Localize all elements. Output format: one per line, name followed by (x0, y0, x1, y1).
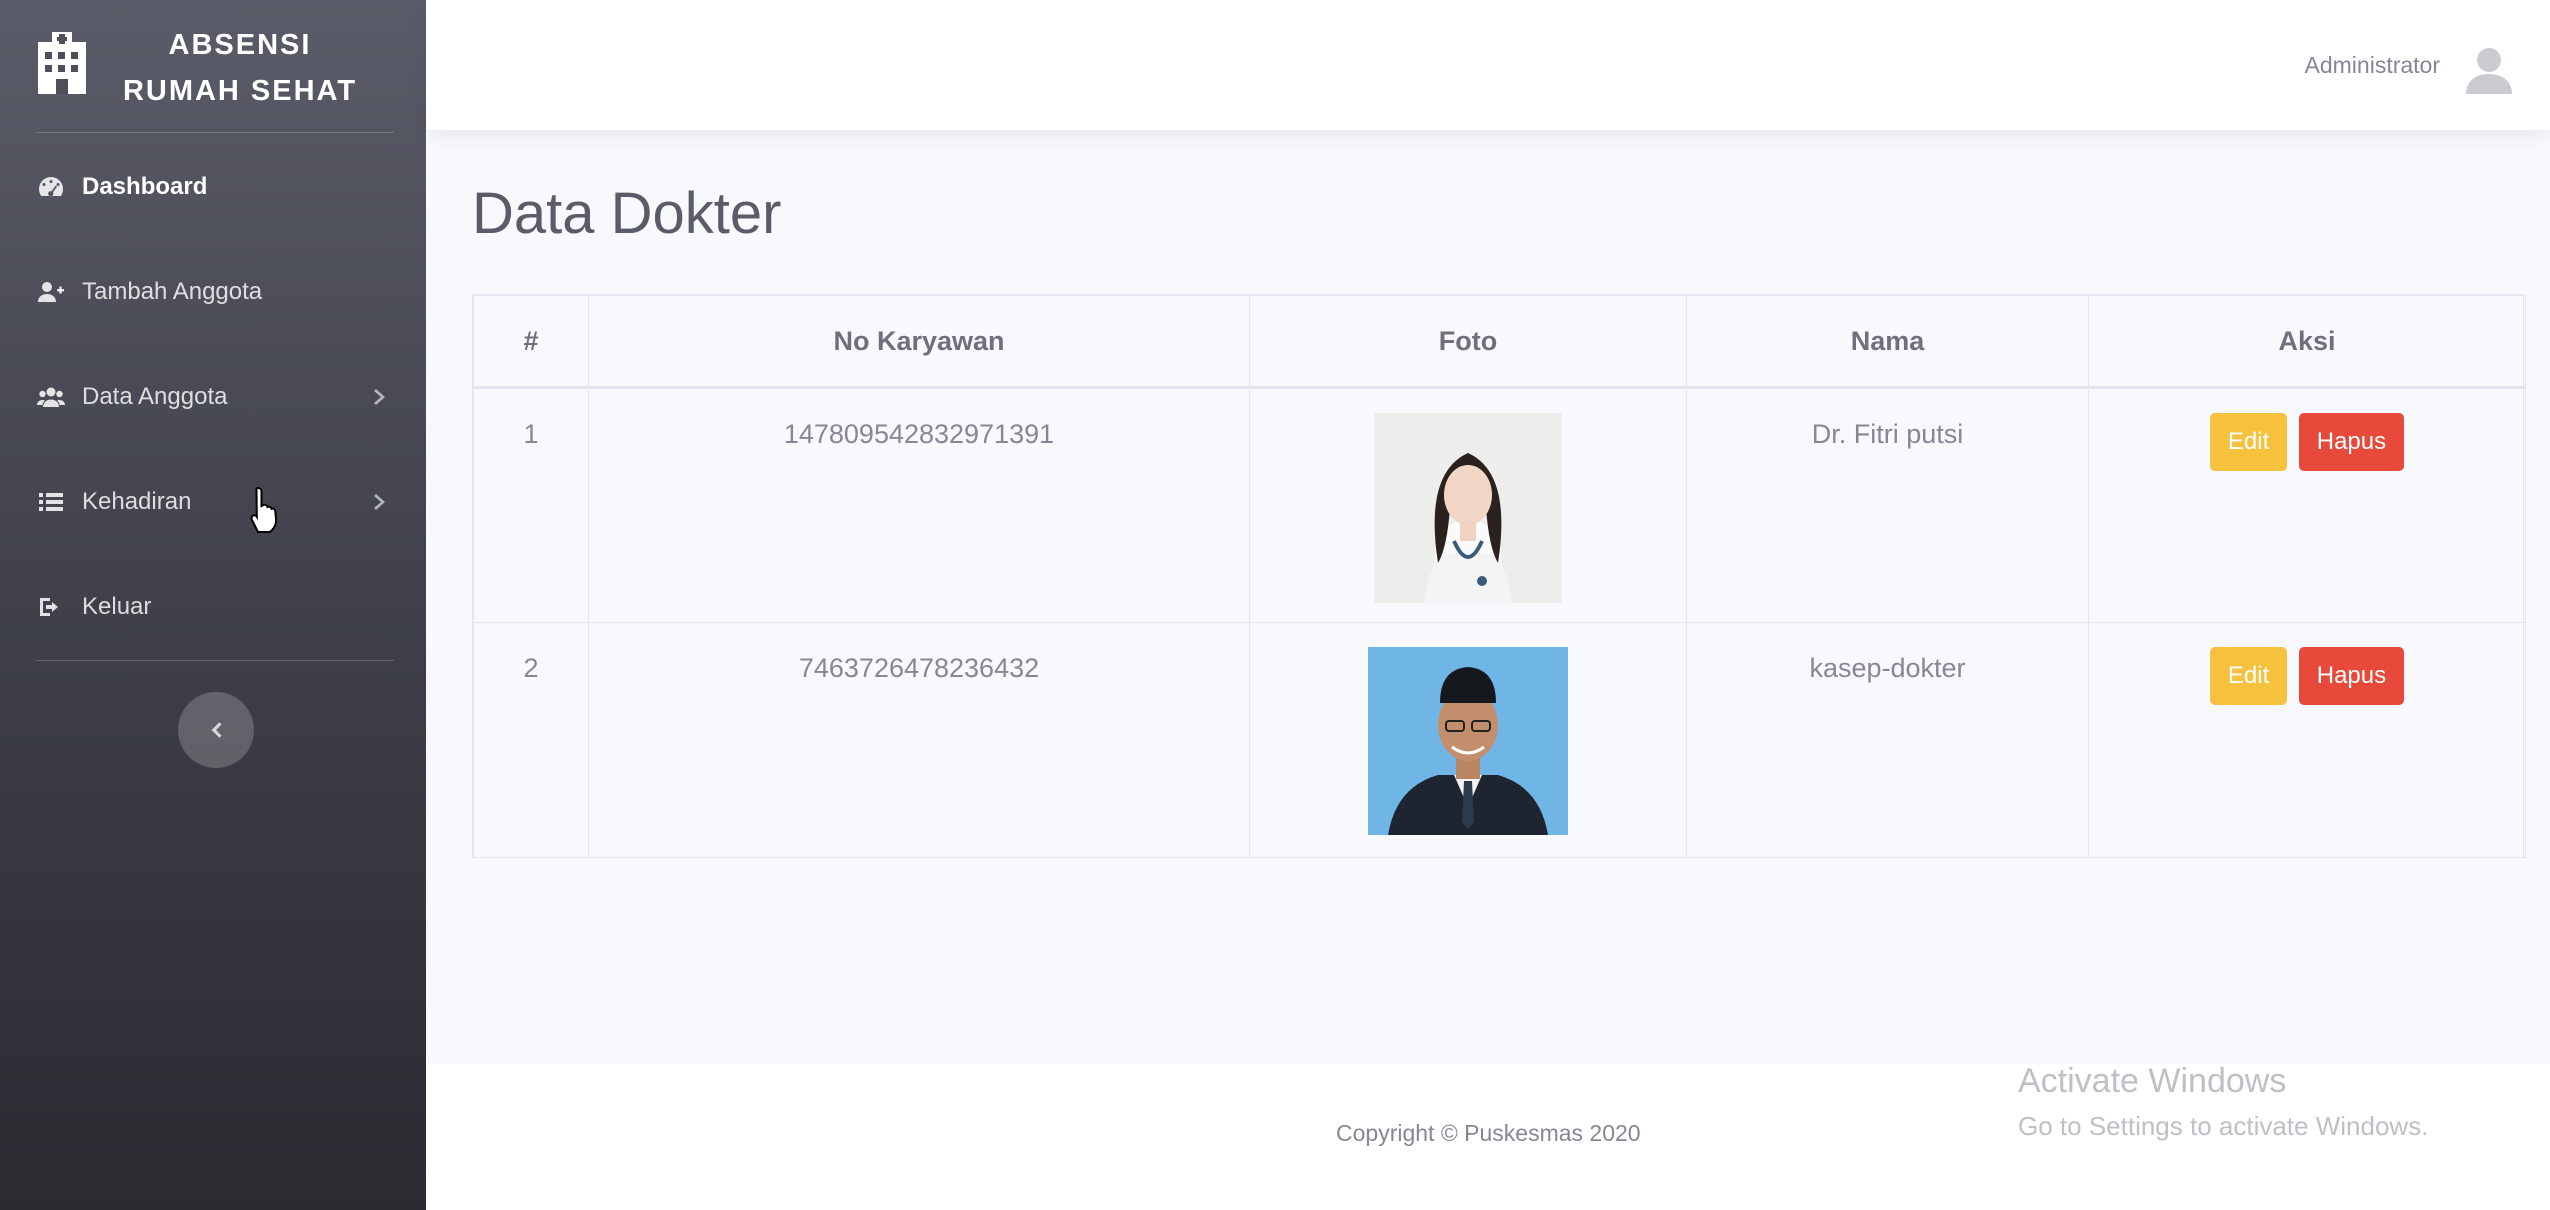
doctor-table: # No Karyawan Foto Nama Aksi 1 147809542… (472, 294, 2526, 858)
brand-line2: RUMAH SEHAT (122, 75, 358, 107)
sign-out-icon (36, 592, 66, 622)
sidebar-item-dashboard[interactable]: Dashboard (0, 152, 426, 222)
sidebar-item-keluar[interactable]: Keluar (0, 572, 426, 642)
cell-aksi: Edit Hapus (2088, 622, 2526, 858)
cell-no-karyawan: 7463726478236432 (588, 622, 1250, 858)
column-header-aksi: Aksi (2088, 295, 2526, 389)
table-row: 1 147809542832971391 Dr. Fitri putsi Edi… (473, 387, 2526, 623)
cell-number: 1 (473, 387, 589, 623)
user-avatar-icon[interactable] (2464, 44, 2514, 96)
chevron-right-icon (370, 491, 392, 513)
sidebar-toggle-button[interactable] (178, 692, 254, 768)
user-name[interactable]: Administrator (2305, 52, 2440, 79)
brand-line1: ABSENSI (168, 29, 312, 61)
hospital-icon (38, 32, 86, 94)
cell-number: 2 (473, 622, 589, 858)
sidebar: ABSENSI RUMAH SEHAT Dashboard Tambah Ang… (0, 0, 426, 1210)
column-header-number: # (473, 295, 589, 389)
copyright-text: Copyright © Puskesmas 2020 (1336, 1120, 1641, 1146)
table-header-row: # No Karyawan Foto Nama Aksi (473, 295, 2526, 389)
doctor-photo (1374, 413, 1562, 603)
chevron-right-icon (370, 386, 392, 408)
sidebar-item-label: Dashboard (82, 173, 208, 200)
cell-foto (1249, 387, 1687, 623)
chevron-left-icon (211, 722, 222, 738)
column-header-nama: Nama (1686, 295, 2089, 389)
brand-text: ABSENSI RUMAH SEHAT (110, 22, 370, 114)
table-row: 2 7463726478236432 kasep-dokter Edit Hap… (473, 622, 2526, 858)
topbar: Administrator (426, 0, 2550, 130)
users-icon (36, 382, 66, 412)
hand-cursor-icon (250, 486, 278, 533)
sidebar-divider (36, 660, 394, 661)
column-header-no-karyawan: No Karyawan (588, 295, 1250, 389)
delete-button[interactable]: Hapus (2298, 647, 2405, 705)
cell-nama: kasep-dokter (1686, 622, 2089, 858)
sidebar-item-label: Keluar (82, 593, 152, 620)
cell-no-karyawan: 147809542832971391 (588, 387, 1250, 623)
sidebar-item-label: Tambah Anggota (82, 278, 263, 305)
user-plus-icon (36, 277, 66, 307)
edit-button[interactable]: Edit (2209, 647, 2288, 705)
list-icon (36, 487, 66, 517)
tachometer-icon (36, 172, 66, 202)
delete-button[interactable]: Hapus (2298, 413, 2405, 471)
cell-aksi: Edit Hapus (2088, 387, 2526, 623)
sidebar-divider (36, 132, 394, 133)
page-title: Data Dokter (472, 181, 782, 246)
sidebar-item-data-anggota[interactable]: Data Anggota (0, 362, 426, 432)
sidebar-item-label: Kehadiran (82, 488, 192, 515)
sidebar-item-label: Data Anggota (82, 383, 228, 410)
brand[interactable]: ABSENSI RUMAH SEHAT (0, 0, 426, 132)
cell-nama: Dr. Fitri putsi (1686, 387, 2089, 623)
sidebar-item-tambah-anggota[interactable]: Tambah Anggota (0, 257, 426, 327)
windows-activation-watermark: Activate Windows Go to Settings to activ… (2018, 1062, 2428, 1142)
watermark-title: Activate Windows (2018, 1062, 2287, 1100)
doctor-photo (1368, 647, 1568, 835)
watermark-subtitle: Go to Settings to activate Windows. (2018, 1111, 2429, 1141)
column-header-foto: Foto (1249, 295, 1687, 389)
sidebar-item-kehadiran[interactable]: Kehadiran (0, 467, 426, 537)
edit-button[interactable]: Edit (2209, 413, 2288, 471)
cell-foto (1249, 622, 1687, 858)
